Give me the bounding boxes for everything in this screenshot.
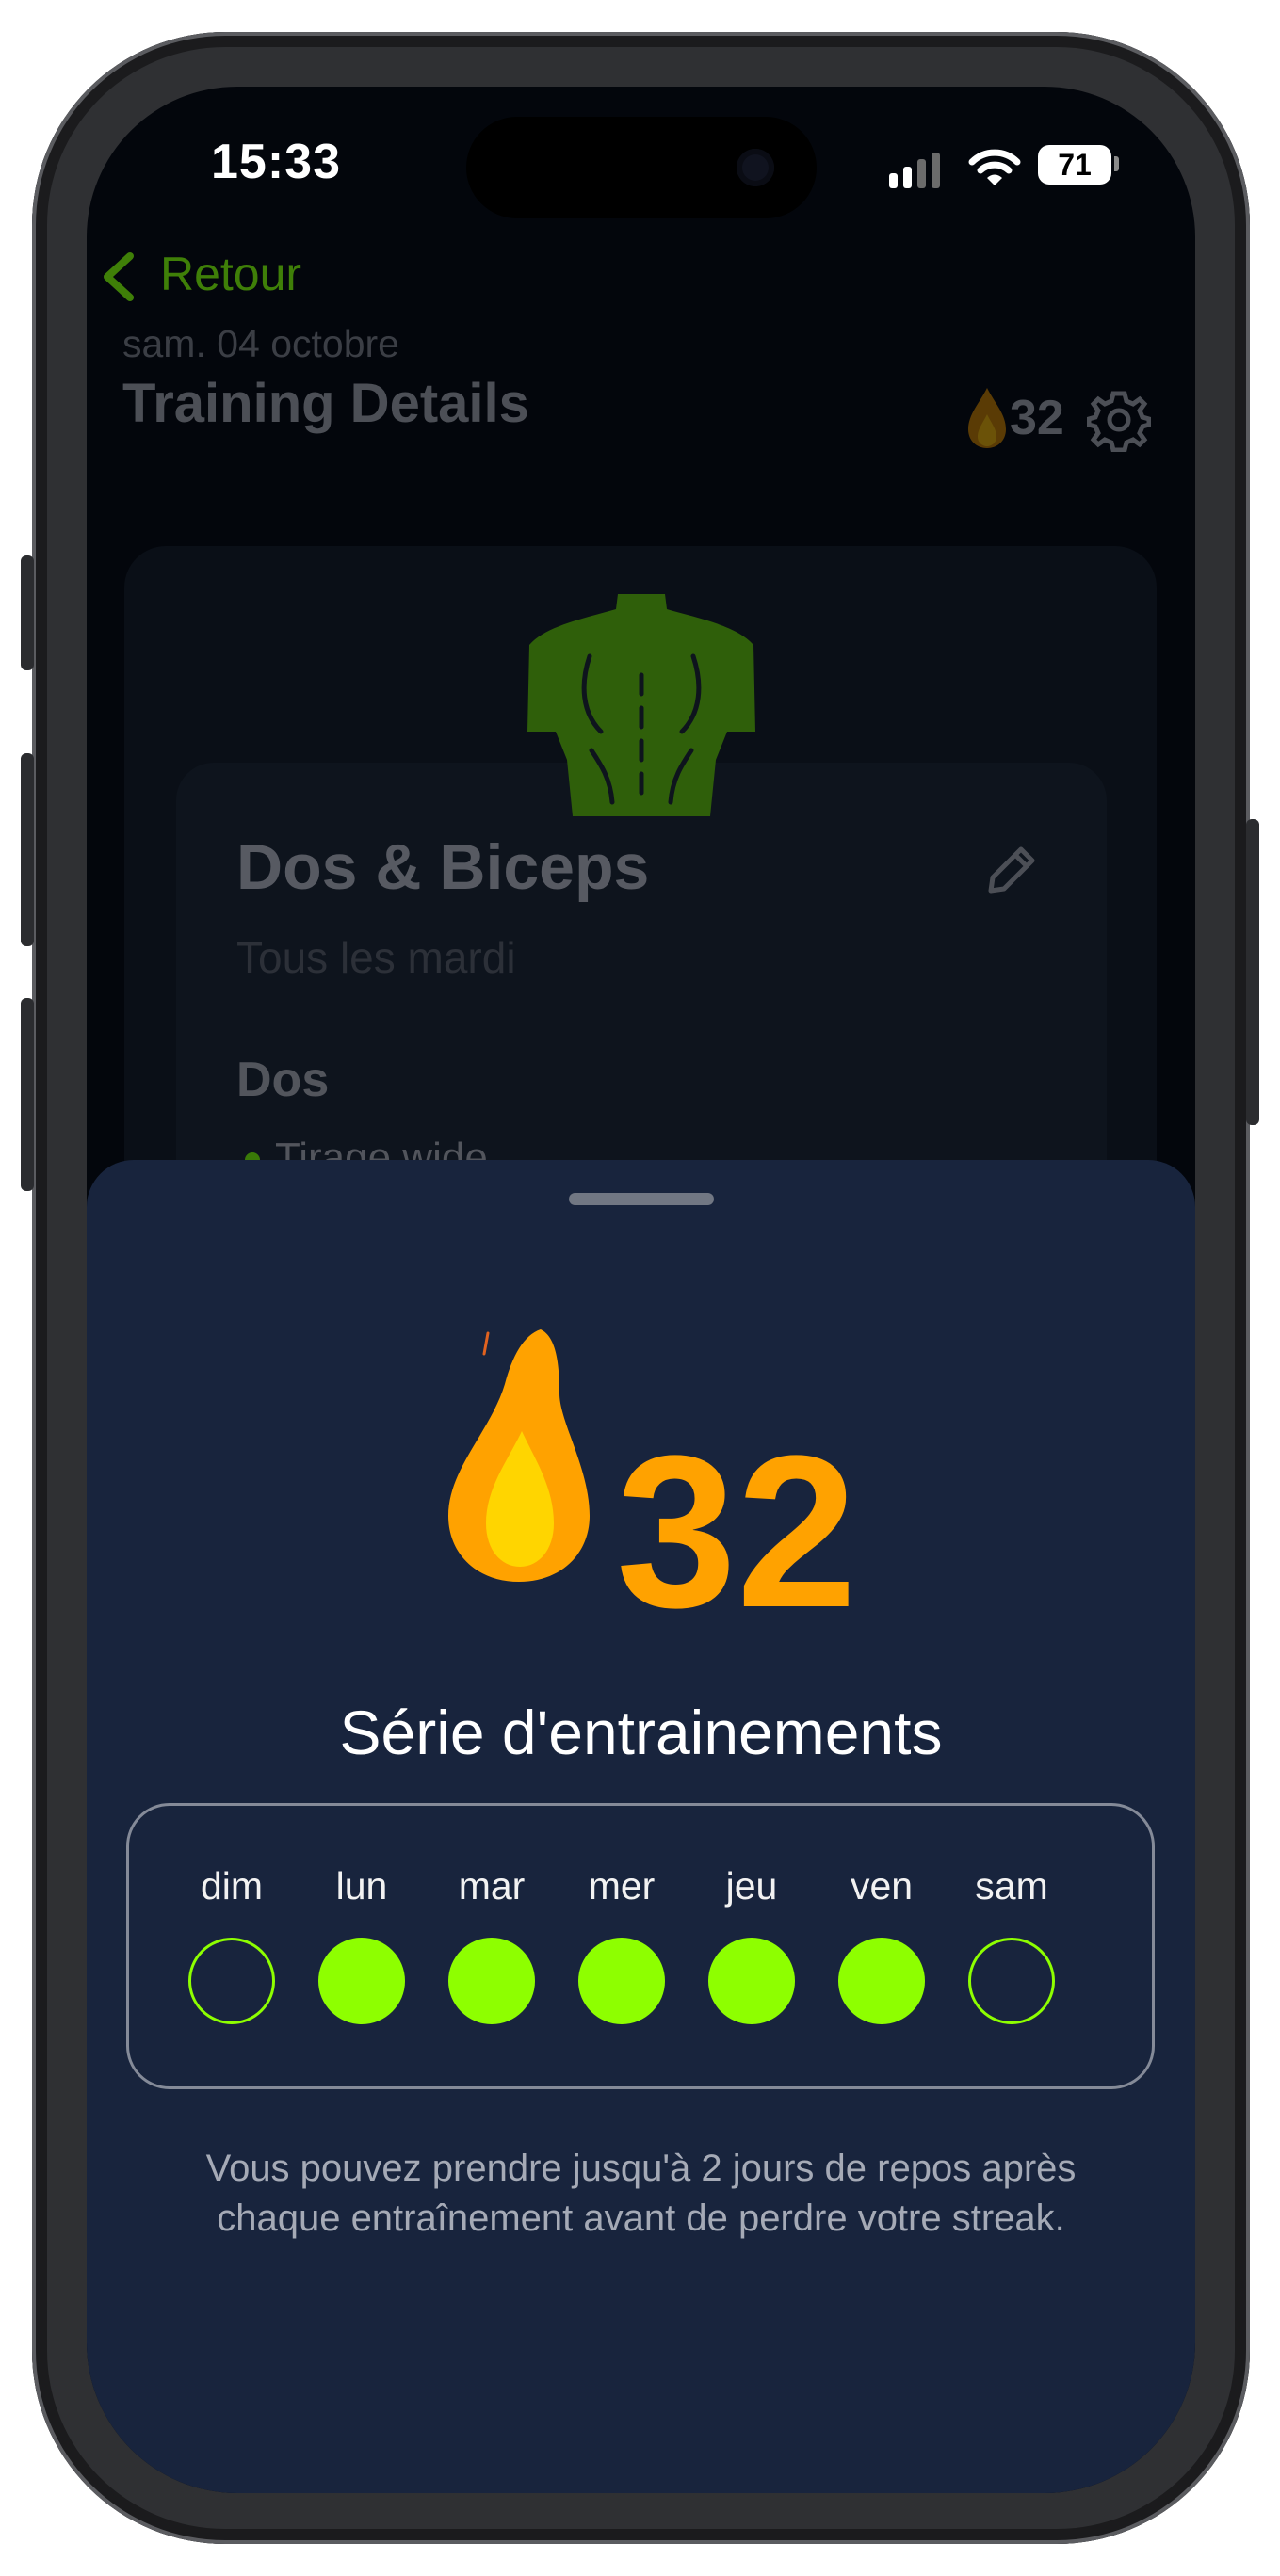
page-date: sam. 04 octobre (122, 322, 399, 365)
day-column: sam (946, 1806, 1077, 2024)
wifi-icon (968, 149, 1021, 185)
day-empty-indicator (968, 1938, 1055, 2024)
day-column: mar (426, 1806, 558, 2024)
day-label: mar (458, 1864, 526, 1908)
status-time: 15:33 (211, 135, 341, 189)
action-button (21, 555, 34, 670)
day-column: ven (816, 1806, 948, 2024)
day-label: lun (335, 1864, 388, 1908)
streak-hint: Vous pouvez prendre jusqu'à 2 jours de r… (205, 2148, 1077, 2239)
day-completed-indicator (578, 1938, 665, 2024)
front-camera (737, 149, 774, 186)
back-button[interactable]: Retour (160, 247, 301, 301)
day-column: dim (166, 1806, 298, 2024)
day-column: lun (296, 1806, 428, 2024)
workout-schedule: Tous les mardi (236, 933, 516, 982)
gear-icon[interactable] (1087, 388, 1151, 452)
day-column: jeu (686, 1806, 818, 2024)
muscle-section-title: Dos (236, 1053, 330, 1107)
day-completed-indicator (708, 1938, 795, 2024)
day-label: sam (975, 1864, 1048, 1908)
workout-name: Dos & Biceps (236, 831, 650, 903)
power-button (1246, 819, 1259, 1125)
day-label: dim (200, 1864, 264, 1908)
volume-down-button (21, 998, 34, 1191)
flame-icon[interactable] (966, 386, 1008, 450)
day-completed-indicator (838, 1938, 925, 2024)
screen: 15:33 71 Retour sam. 04 octobre Training… (87, 87, 1195, 2493)
streak-count: 32 (616, 1410, 857, 1652)
day-label: mer (588, 1864, 656, 1908)
day-label: ven (850, 1864, 914, 1908)
week-tracker: dim lun mar mer jeu ven sam (126, 1803, 1155, 2089)
pencil-icon[interactable] (983, 840, 1042, 898)
battery-icon: 71 (1038, 145, 1111, 185)
day-column: mer (556, 1806, 688, 2024)
day-label: jeu (725, 1864, 778, 1908)
flame-icon (448, 1329, 590, 1582)
battery-tip (1114, 156, 1119, 171)
signal-icon (889, 153, 946, 188)
sheet-grabber[interactable] (569, 1193, 714, 1205)
back-muscles-icon (527, 594, 755, 816)
day-completed-indicator (318, 1938, 405, 2024)
streak-counter[interactable]: 32 (1010, 390, 1064, 446)
volume-up-button (21, 753, 34, 946)
chevron-left-icon[interactable] (94, 249, 145, 305)
page-title: Training Details (122, 373, 529, 434)
day-completed-indicator (448, 1938, 535, 2024)
day-empty-indicator (188, 1938, 275, 2024)
streak-title: Série d'entrainements (339, 1698, 943, 1767)
